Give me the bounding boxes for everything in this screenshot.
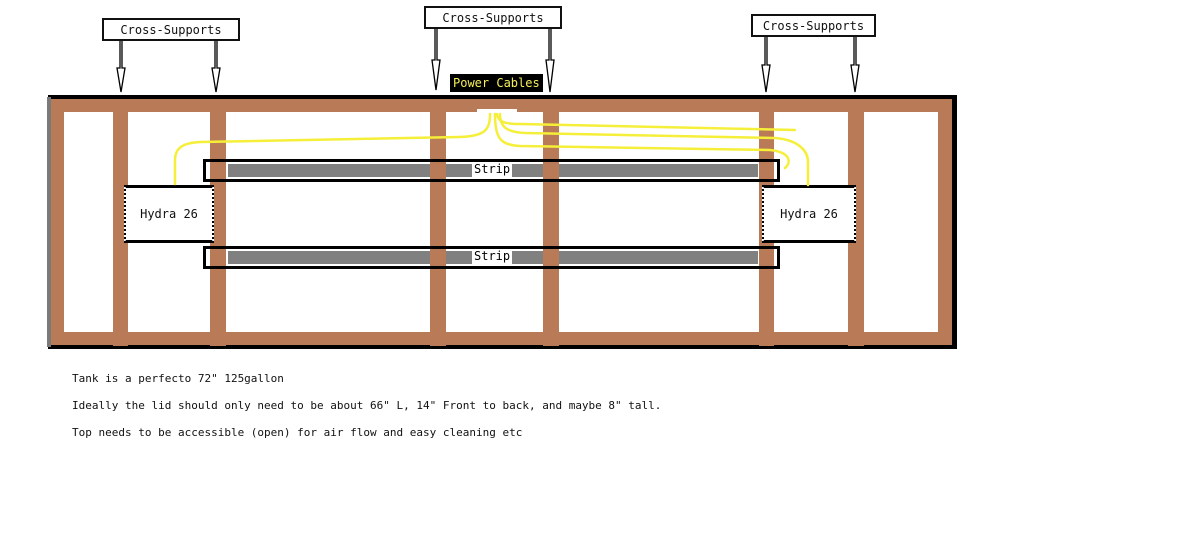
arrow-down-icon xyxy=(211,40,221,93)
annotations-layer xyxy=(116,28,860,187)
arrow-down-icon xyxy=(116,40,126,93)
note-tank: Tank is a perfecto 72" 125gallon xyxy=(72,372,284,385)
cable-to-left-hydra xyxy=(173,112,492,186)
power-cables-label: Power Cables xyxy=(450,74,543,92)
arrow-down-icon xyxy=(850,37,860,93)
callout-label: Cross-Supports xyxy=(762,18,865,33)
callout-cross-supports-left: Cross-Supports xyxy=(102,18,240,41)
note-access: Top needs to be accessible (open) for ai… xyxy=(72,426,523,439)
arrow-down-icon xyxy=(761,37,771,93)
cable-right-3 xyxy=(493,112,790,170)
arrow-down-icon xyxy=(431,28,441,91)
cable-right-1 xyxy=(495,112,797,132)
callout-cross-supports-center: Cross-Supports xyxy=(424,6,562,29)
note-lid-size: Ideally the lid should only need to be a… xyxy=(72,399,662,412)
callout-label: Cross-Supports xyxy=(442,10,544,25)
callout-cross-supports-right: Cross-Supports xyxy=(751,14,876,37)
arrow-down-icon xyxy=(545,28,555,93)
callout-label: Cross-Supports xyxy=(120,22,222,37)
power-cables xyxy=(173,112,810,187)
